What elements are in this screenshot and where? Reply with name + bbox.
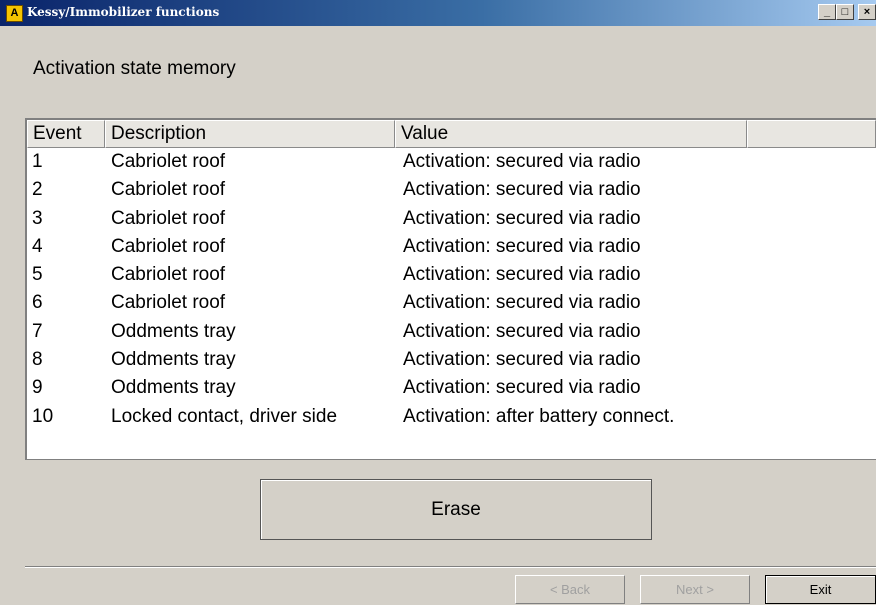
event-list[interactable]: Event Description Value 1 Cabriolet roof A… <box>25 118 876 460</box>
list-rows: 1 Cabriolet roof Activation: secured via r… <box>27 148 876 431</box>
separator <box>25 566 876 568</box>
table-row[interactable]: 7 Oddments tray Activation: secured via ra… <box>27 318 876 346</box>
column-header-empty[interactable] <box>747 120 876 148</box>
title-bar: A Kessy/Immobilizer functions _ □ × <box>0 0 876 26</box>
cell-description: Cabriolet roof <box>111 292 226 314</box>
cell-description: Oddments tray <box>111 320 236 342</box>
cell-value: Activation: secured via radio <box>403 151 641 172</box>
cell-event: 5 <box>32 264 43 286</box>
cell-event: 1 <box>32 151 43 172</box>
maximize-button[interactable]: □ <box>836 4 854 20</box>
close-button[interactable]: × <box>858 4 876 20</box>
cell-value: Activation: secured via radio <box>403 179 641 201</box>
table-row[interactable]: 8 Oddments tray Activation: secured via ra… <box>27 346 876 374</box>
table-row[interactable]: 1 Cabriolet roof Activation: secured via r… <box>27 148 876 176</box>
cell-value: Activation: after battery connect. <box>403 405 675 427</box>
list-header: Event Description Value <box>27 120 876 148</box>
erase-button[interactable]: Erase <box>260 479 652 540</box>
table-row[interactable]: 2 Cabriolet roof Activation: secured via r… <box>27 176 876 204</box>
table-row[interactable]: 4 Cabriolet roof Activation: secured via r… <box>27 233 876 261</box>
window-title: Kessy/Immobilizer functions <box>27 5 220 19</box>
cell-value: Activation: secured via radio <box>403 264 641 286</box>
table-row[interactable]: 3 Cabriolet roof Activation: secured via r… <box>27 205 876 233</box>
cell-event: 8 <box>32 349 43 371</box>
cell-event: 7 <box>32 320 43 342</box>
cell-value: Activation: secured via radio <box>403 377 641 399</box>
page-title: Activation state memory <box>33 58 236 79</box>
cell-event: 6 <box>32 292 43 314</box>
cell-description: Oddments tray <box>111 377 236 399</box>
cell-description: Cabriolet roof <box>111 179 226 201</box>
cell-description: Cabriolet roof <box>111 151 226 172</box>
next-button[interactable]: Next > <box>640 575 750 604</box>
cell-description: Locked contact, driver side <box>111 405 338 427</box>
cell-event: 10 <box>32 405 54 427</box>
table-row[interactable]: 9 Oddments tray Activation: secured via ra… <box>27 374 876 402</box>
table-row[interactable]: 10 Locked contact, driver side Activation:… <box>27 403 876 431</box>
cell-event: 9 <box>32 377 43 399</box>
back-button[interactable]: < Back <box>515 575 625 604</box>
cell-description: Oddments tray <box>111 349 236 371</box>
cell-event: 2 <box>32 179 43 201</box>
cell-description: Cabriolet roof <box>111 264 226 286</box>
cell-value: Activation: secured via radio <box>403 349 641 371</box>
cell-value: Activation: secured via radio <box>403 235 641 257</box>
exit-button[interactable]: Exit <box>765 575 876 604</box>
cell-description: Cabriolet roof <box>111 235 226 257</box>
cell-value: Activation: secured via radio <box>403 292 641 314</box>
cell-value: Activation: secured via radio <box>403 320 641 342</box>
column-header-event[interactable]: Event <box>27 120 105 148</box>
cell-event: 4 <box>32 235 43 257</box>
table-row[interactable]: 6 Cabriolet roof Activation: secured via r… <box>27 289 876 317</box>
cell-value: Activation: secured via radio <box>403 207 641 229</box>
app-icon: A <box>6 5 23 22</box>
column-header-value[interactable]: Value <box>395 120 747 148</box>
column-header-description[interactable]: Description <box>105 120 395 148</box>
cell-event: 3 <box>32 207 43 229</box>
cell-description: Cabriolet roof <box>111 207 226 229</box>
minimize-button[interactable]: _ <box>818 4 836 20</box>
table-row[interactable]: 5 Cabriolet roof Activation: secured via r… <box>27 261 876 289</box>
